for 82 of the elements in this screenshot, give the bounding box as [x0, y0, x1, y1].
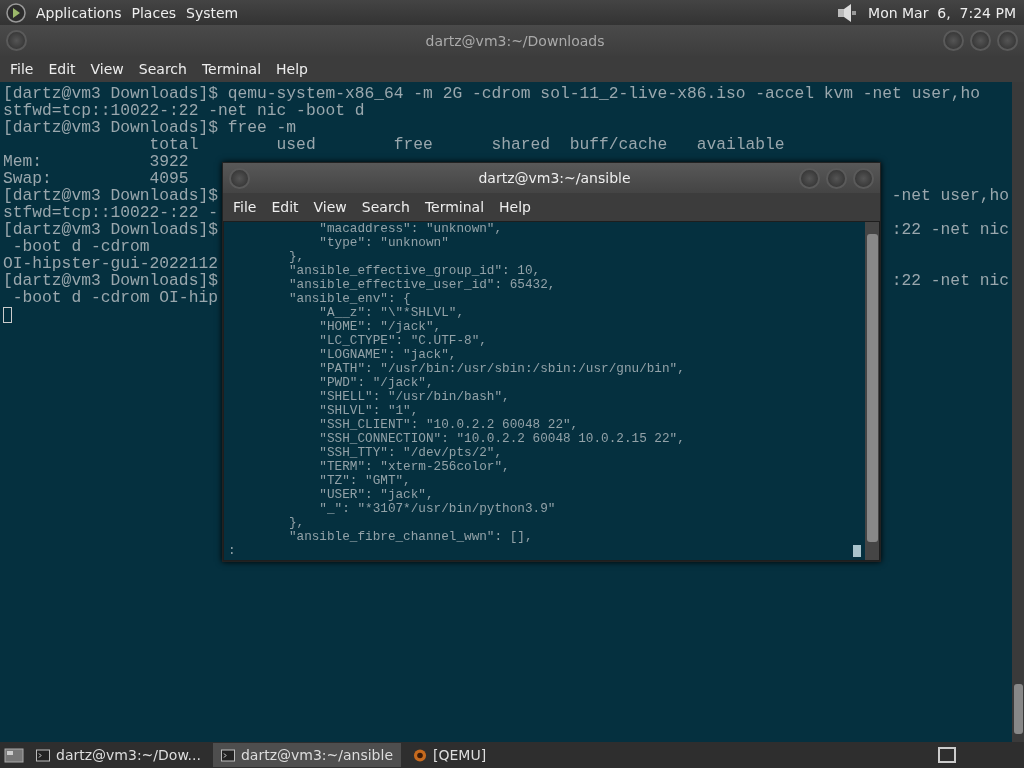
terminal-line: Swap: 4095 — [3, 170, 189, 187]
terminal-line: "A__z": "\"*SHLVL", — [318, 306, 465, 320]
menu-item[interactable]: Search — [132, 59, 193, 79]
terminal-line: :22 -net nic — [891, 221, 1009, 238]
scrollbar[interactable] — [865, 222, 879, 560]
menu-item[interactable]: Edit — [265, 197, 305, 217]
terminal-icon — [36, 748, 50, 762]
terminal-line: "TZ": "GMT", — [318, 474, 411, 488]
terminal-line: -boot d -cdrom OI-hip — [11, 289, 218, 306]
window-control-button[interactable] — [826, 167, 847, 189]
terminal-line: "ansible_effective_group_id": 10, — [287, 264, 541, 278]
show-desktop-icon[interactable] — [4, 747, 24, 763]
scrollbar-thumb[interactable] — [867, 234, 878, 542]
window-title: dartz@vm3:~/ansible — [477, 170, 632, 186]
terminal-line: -boot d -cdrom — [11, 238, 150, 255]
taskbar-button[interactable]: dartz@vm3:~/Dow... — [28, 743, 209, 767]
terminal-line: total used free shared buff/cache available — [148, 136, 785, 153]
terminal-line: "SHELL": "/usr/bin/bash", — [318, 390, 510, 404]
terminal-line: Mem: 3922 — [3, 153, 189, 170]
panel-menu[interactable]: System — [186, 4, 239, 21]
window-menu-button[interactable] — [229, 167, 250, 189]
window-control-button[interactable] — [943, 30, 964, 51]
menu-item[interactable]: View — [84, 59, 130, 79]
window-control-button[interactable] — [799, 167, 820, 189]
menu-item[interactable]: Edit — [42, 59, 82, 79]
terminal-line: }, — [287, 516, 305, 530]
terminal-line: [dartz@vm3 Downloads]$ — [3, 187, 218, 204]
window-menu-button[interactable] — [6, 30, 27, 51]
terminal-line: "SSH_CLIENT": "10.0.2.2 60048 22", — [318, 418, 579, 432]
menu-item[interactable]: File — [227, 197, 263, 217]
terminal-line: [dartz@vm3 Downloads]$ — [3, 272, 218, 289]
window-control-button[interactable] — [970, 30, 991, 51]
panel-menu[interactable]: Applications — [36, 4, 122, 21]
terminal-icon — [220, 748, 235, 762]
text-cursor — [853, 545, 861, 557]
menu-item[interactable]: Terminal — [418, 197, 491, 217]
window-control-button[interactable] — [997, 30, 1018, 51]
window-control-button[interactable] — [853, 167, 874, 189]
terminal-line: :22 -net nic — [891, 272, 1009, 289]
terminal-line: "SHLVL": "1", — [318, 404, 419, 418]
menu-item[interactable]: Search — [355, 197, 416, 217]
app-icon — [413, 748, 427, 762]
terminal-line: "PATH": "/usr/bin:/usr/sbin:/sbin:/usr/gnu/bin", — [318, 362, 685, 376]
menu-item[interactable]: Help — [270, 59, 314, 79]
terminal-line: "ansible_fibre_channel_wwn": [], — [287, 530, 533, 544]
workspace-switcher[interactable] — [938, 747, 956, 763]
terminal-line: OI-hipster-gui-2022112 — [3, 255, 218, 272]
terminal-line: "type": "unknown" — [318, 236, 449, 250]
window-title: dartz@vm3:~/Downloads — [424, 32, 606, 49]
terminal-line: "LOGNAME": "jack", — [318, 348, 457, 362]
terminal-line: }, — [287, 250, 305, 264]
terminal-line: "ansible_env": { — [287, 292, 411, 306]
terminal-line: "HOME": "/jack", — [318, 320, 442, 334]
taskbar-button[interactable]: [QEMU] — [405, 743, 495, 767]
terminal-line: "TERM": "xterm-256color", — [318, 460, 510, 474]
terminal-line: "USER": "jack", — [318, 488, 434, 502]
menu-item[interactable]: View — [307, 197, 353, 217]
terminal-line: stfwd=tcp::10022-:22 -net nic -boot d — [3, 102, 365, 119]
text-cursor — [3, 307, 12, 323]
terminal-line: "macaddress": "unknown", — [318, 222, 503, 236]
terminal-line: [dartz@vm3 Downloads]$ free -m — [3, 119, 297, 136]
terminal-line: "ansible_effective_user_id": 65432, — [287, 278, 556, 292]
terminal-line: "SSH_TTY": "/dev/pts/2", — [318, 446, 503, 460]
terminal-line: "LC_CTYPE": "C.UTF-8", — [318, 334, 487, 348]
terminal-line: [dartz@vm3 Downloads]$ qemu-system-x86_64 -m 2G -cdrom sol-11_2-live-x86.iso -accel kvm -net user,ho — [3, 85, 981, 102]
scrollbar-thumb[interactable] — [1014, 684, 1023, 734]
speaker-icon[interactable] — [836, 1, 859, 24]
taskbar-button[interactable]: dartz@vm3:~/ansible — [212, 743, 401, 767]
menu-item[interactable]: Terminal — [195, 59, 268, 79]
menu-item[interactable]: Help — [493, 197, 537, 217]
scrollbar[interactable] — [1012, 82, 1024, 742]
terminal-line: "_": "*3107*/usr/bin/python3.9" — [318, 502, 556, 516]
terminal-line: stfwd=tcp::10022-:22 - — [3, 204, 218, 221]
panel-menu[interactable]: Places — [131, 4, 177, 21]
menu-item[interactable]: File — [4, 59, 40, 79]
terminal-line: "PWD": "/jack", — [318, 376, 434, 390]
terminal-line: "SSH_CONNECTION": "10.0.2.2 60048 10.0.2.15 22", — [318, 432, 685, 446]
foot-logo-icon[interactable] — [6, 2, 26, 23]
terminal-line: -net user,ho — [891, 187, 1009, 204]
clock[interactable]: Mon Mar 6, 7:24 PM — [868, 4, 1016, 21]
terminal-line: [dartz@vm3 Downloads]$ — [3, 221, 218, 238]
pager-prompt: : — [228, 544, 236, 558]
